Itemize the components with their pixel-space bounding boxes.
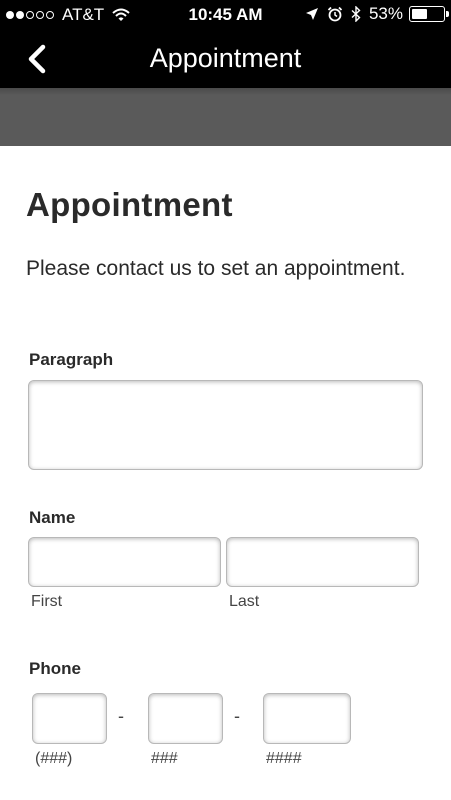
phone-line-number-sublabel: #### [266,750,302,767]
phone-area-code-input[interactable] [32,693,107,744]
battery-icon [409,6,449,22]
page-title: Appointment [26,186,233,223]
bluetooth-icon [351,6,361,22]
header-banner [0,88,451,146]
battery-percent: 53% [368,4,403,23]
paragraph-label: Paragraph [29,350,114,369]
last-name-sublabel: Last [229,593,260,610]
status-right: 53% [305,4,449,24]
status-bar: AT&T 10:45 AM 53% [0,0,451,30]
first-name-input[interactable] [28,537,221,587]
name-label: Name [29,508,76,527]
battery-fill [412,9,427,19]
phone-separator: - [234,706,240,726]
nav-title: Appointment [149,43,302,73]
first-name-sublabel: First [31,593,63,610]
phone-separator: - [118,706,124,726]
phone-label: Phone [29,659,81,678]
phone-prefix-sublabel: ### [151,750,178,767]
alarm-clock-icon [327,6,343,22]
paragraph-textarea[interactable] [28,380,423,470]
phone-area-code-sublabel: (###) [35,750,73,767]
phone-line-number-input[interactable] [263,693,351,744]
intro-text: Please contact us to set an appointment. [26,257,406,280]
navigation-bar: Appointment [0,30,451,88]
phone-prefix-input[interactable] [148,693,223,744]
last-name-input[interactable] [226,537,419,587]
location-arrow-icon [305,8,318,20]
